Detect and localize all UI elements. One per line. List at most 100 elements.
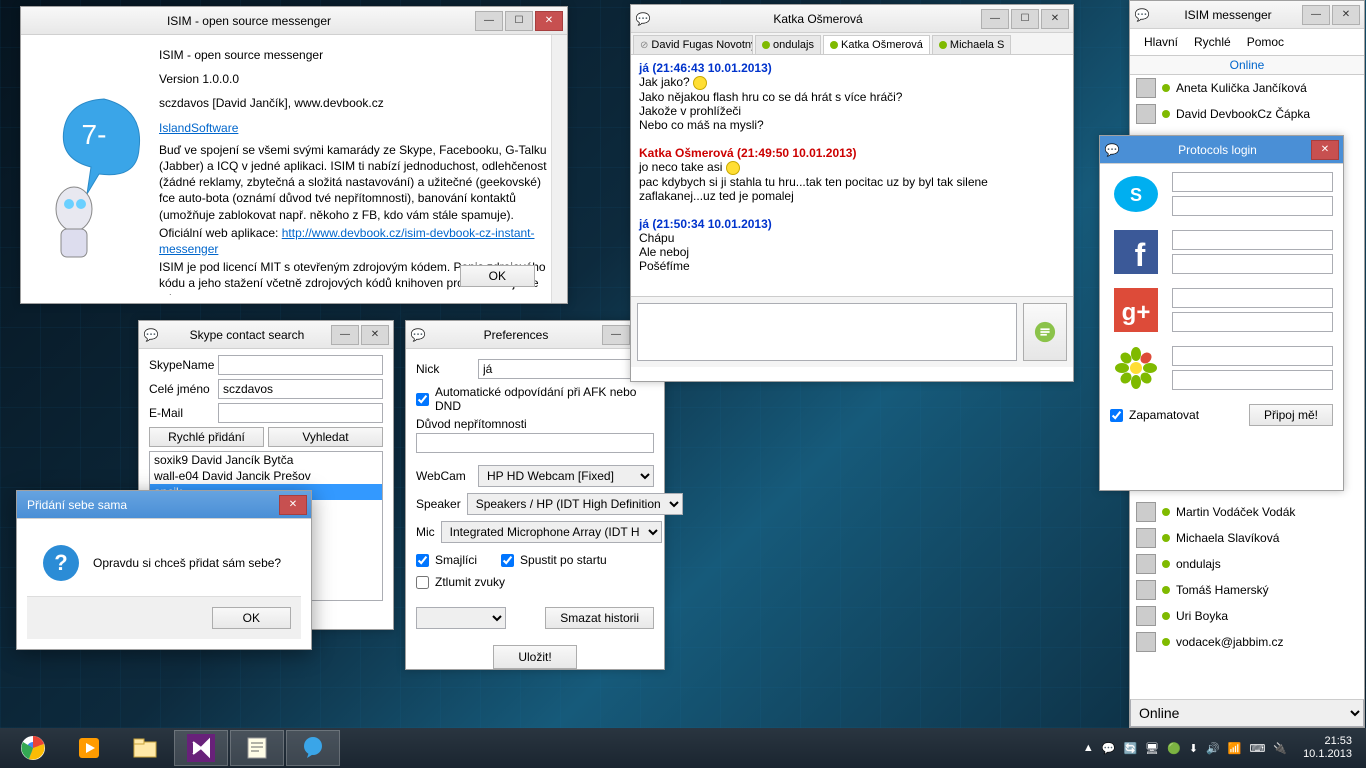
contact-item[interactable]: Tomáš Hamerský [1130, 577, 1364, 603]
skype-pass-input[interactable] [1172, 196, 1333, 216]
chat-tab[interactable]: ondulajs [755, 35, 821, 54]
mic-select[interactable]: Integrated Microphone Array (IDT H [441, 521, 662, 543]
close-button[interactable]: ✕ [1311, 140, 1339, 160]
fullname-input[interactable] [218, 379, 383, 399]
taskbar-chrome[interactable] [6, 730, 60, 766]
chat-tab[interactable]: ⊘David Fugas Novotný [633, 35, 753, 54]
dialog-ok-button[interactable]: OK [212, 607, 291, 629]
chat-titlebar[interactable]: 💬 Katka Ošmerová — ☐ ✕ [631, 5, 1073, 33]
menubar: Hlavní Rychlé Pomoc [1130, 29, 1364, 55]
chat-window: 💬 Katka Ošmerová — ☐ ✕ ⊘David Fugas Novo… [630, 4, 1074, 382]
tray-network-icon[interactable]: 📶 [1228, 742, 1242, 755]
startup-checkbox[interactable] [501, 554, 514, 567]
contact-item[interactable]: David DevbookCz Čápka [1130, 101, 1364, 127]
minimize-button[interactable]: — [475, 11, 503, 31]
about-ok-button[interactable]: OK [460, 265, 535, 287]
close-button[interactable]: ✕ [535, 11, 563, 31]
remember-checkbox[interactable] [1110, 409, 1123, 422]
taskbar-explorer[interactable] [118, 730, 172, 766]
tray-torrent-icon[interactable]: ⬇ [1189, 742, 1198, 755]
facebook-pass-input[interactable] [1172, 254, 1333, 274]
contact-item[interactable]: Aneta Kulička Jančíková [1130, 75, 1364, 101]
about-name: ISIM - open source messenger [159, 47, 551, 63]
tray-battery-icon[interactable]: 🔌 [1273, 742, 1287, 755]
chat-tab[interactable]: Michaela S [932, 35, 1011, 54]
speaker-select[interactable]: Speakers / HP (IDT High Definition [467, 493, 683, 515]
smileys-checkbox[interactable] [416, 554, 429, 567]
fullname-label: Celé jméno [149, 382, 218, 396]
contact-item[interactable]: Martin Vodáček Vodák [1130, 499, 1364, 525]
save-button[interactable]: Uložit! [493, 645, 576, 669]
chat-tab[interactable]: Katka Ošmerová [823, 35, 930, 54]
mic-label: Mic [416, 525, 435, 539]
contact-item[interactable]: vodacek@jabbim.cz [1130, 629, 1364, 655]
google-pass-input[interactable] [1172, 312, 1333, 332]
tray-chat-icon[interactable]: 💬 [1102, 742, 1116, 755]
menu-help[interactable]: Pomoc [1241, 33, 1290, 51]
chat-icon: 💬 [635, 11, 651, 27]
taskbar-isim[interactable] [286, 730, 340, 766]
company-link[interactable]: IslandSoftware [159, 121, 238, 135]
clock[interactable]: 21:53 10.1.2013 [1303, 735, 1352, 761]
close-button[interactable]: ✕ [361, 325, 389, 345]
protocols-titlebar[interactable]: 💬 Protocols login ✕ [1100, 136, 1343, 164]
minimize-button[interactable]: — [331, 325, 359, 345]
minimize-button[interactable]: — [981, 9, 1009, 29]
menu-quick[interactable]: Rychlé [1188, 33, 1237, 51]
system-tray[interactable]: ▲ 💬 🔄 🖥 🟢 ⬇ 🔊 📶 ⌨ 🔌 21:53 10.1.2013 [1083, 735, 1360, 761]
tray-flag-icon[interactable]: ▲ [1083, 742, 1094, 754]
maximize-button[interactable]: ☐ [505, 11, 533, 31]
tray-sync-icon[interactable]: 🔄 [1123, 742, 1137, 755]
dialog-titlebar[interactable]: Přidání sebe sama ✕ [17, 491, 311, 519]
icq-user-input[interactable] [1172, 346, 1333, 366]
taskbar-notes[interactable] [230, 730, 284, 766]
misc-select[interactable] [416, 607, 506, 629]
search-result-item[interactable]: wall-e04 David Jancik Prešov [150, 468, 382, 484]
search-titlebar[interactable]: 💬 Skype contact search — ✕ [139, 321, 393, 349]
menu-main[interactable]: Hlavní [1138, 33, 1184, 51]
tray-monitor-icon[interactable]: 🖥 [1145, 742, 1159, 755]
send-button[interactable] [1023, 303, 1067, 361]
prefs-titlebar[interactable]: 💬 Preferences — ✕ [406, 321, 664, 349]
contact-item[interactable]: Uri Boyka [1130, 603, 1364, 629]
scrollbar[interactable] [551, 35, 567, 303]
tray-volume-icon[interactable]: 🔊 [1206, 742, 1220, 755]
quick-add-button[interactable]: Rychlé přidání [149, 427, 264, 447]
self-add-dialog: Přidání sebe sama ✕ ? Opravdu si chceš p… [16, 490, 312, 650]
mute-checkbox[interactable] [416, 576, 429, 589]
skype-user-input[interactable] [1172, 172, 1333, 192]
svg-text:g+: g+ [1122, 299, 1151, 326]
contact-item[interactable]: Michaela Slavíková [1130, 525, 1364, 551]
icq-pass-input[interactable] [1172, 370, 1333, 390]
connect-button[interactable]: Připoj mě! [1249, 404, 1333, 426]
email-input[interactable] [218, 403, 383, 423]
webcam-select[interactable]: HP HD Webcam [Fixed] [478, 465, 654, 487]
contact-item[interactable]: ondulajs [1130, 551, 1364, 577]
online-section-header[interactable]: Online [1130, 55, 1364, 75]
facebook-user-input[interactable] [1172, 230, 1333, 250]
about-titlebar[interactable]: ISIM - open source messenger — ☐ ✕ [21, 7, 567, 35]
reason-input[interactable] [416, 433, 654, 453]
maximize-button[interactable]: ☐ [1011, 9, 1039, 29]
chat-log[interactable]: já (21:46:43 10.01.2013)Jak jako? Jako n… [631, 55, 1073, 297]
minimize-button[interactable]: — [1302, 5, 1330, 25]
google-user-input[interactable] [1172, 288, 1333, 308]
taskbar-visualstudio[interactable] [174, 730, 228, 766]
nick-input[interactable] [478, 359, 654, 379]
search-button[interactable]: Vyhledat [268, 427, 383, 447]
skypename-input[interactable] [218, 355, 383, 375]
tray-shield-icon[interactable]: 🟢 [1167, 742, 1181, 755]
status-select[interactable]: Online [1130, 699, 1364, 727]
taskbar-media[interactable] [62, 730, 116, 766]
close-button[interactable]: ✕ [1041, 9, 1069, 29]
auto-reply-checkbox[interactable] [416, 393, 429, 406]
close-button[interactable]: ✕ [279, 495, 307, 515]
tray-keyboard-icon[interactable]: ⌨ [1249, 742, 1265, 755]
chat-input[interactable] [637, 303, 1017, 361]
search-result-item[interactable]: soxik9 David Jancík Bytča [150, 452, 382, 468]
icq-icon [1110, 346, 1162, 390]
minimize-button[interactable]: — [602, 325, 630, 345]
clear-history-button[interactable]: Smazat historii [545, 607, 654, 629]
close-button[interactable]: ✕ [1332, 5, 1360, 25]
messenger-titlebar[interactable]: 💬 ISIM messenger — ✕ [1130, 1, 1364, 29]
